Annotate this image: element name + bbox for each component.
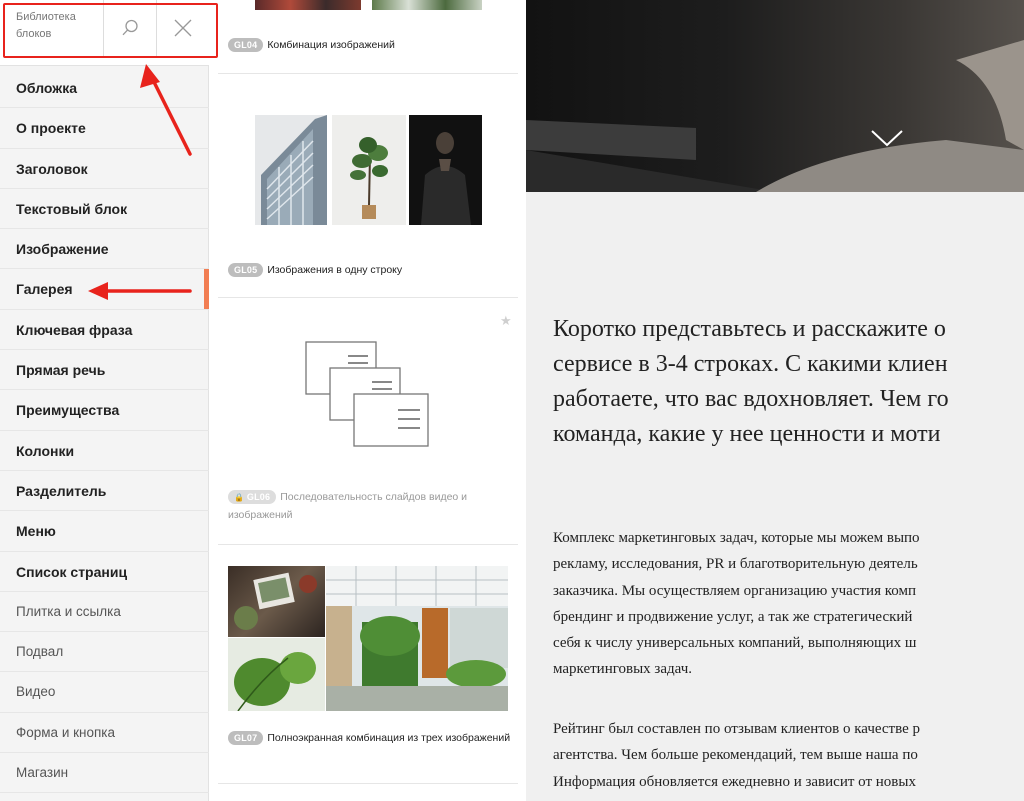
category-item-quote[interactable]: Прямая речь <box>0 350 209 391</box>
category-item-video[interactable]: Видео <box>0 672 209 713</box>
divider <box>218 73 518 74</box>
block-thumbnail <box>409 115 482 225</box>
category-item-menu[interactable]: Меню <box>0 511 209 552</box>
divider <box>218 544 518 545</box>
category-item-gallery[interactable]: Галерея <box>0 269 209 310</box>
hero-photo <box>526 40 1024 192</box>
block-thumbnail <box>332 115 406 225</box>
library-title: Библиотека блоков <box>16 11 76 40</box>
hero-cover <box>526 0 1024 192</box>
star-icon[interactable]: ★ <box>500 313 512 329</box>
category-item-heading[interactable]: Заголовок <box>0 149 209 189</box>
category-list: Обложка О проекте Заголовок Текстовый бл… <box>0 68 209 794</box>
block-code-badge: GL07 <box>228 731 264 746</box>
block-thumbnail <box>228 566 325 637</box>
page-preview: Коротко представьтесь и расскажите о сер… <box>526 0 1024 801</box>
divider <box>218 783 518 784</box>
category-item-footer[interactable]: Подвал <box>0 632 209 673</box>
category-item-key-phrase[interactable]: Ключевая фраза <box>0 310 209 351</box>
block-code-badge: 🔒 GL06 <box>228 490 277 505</box>
category-item-cover[interactable]: Обложка <box>0 68 209 109</box>
block-list: GL04 Комбинация изображений GL05 Изображ… <box>210 0 526 801</box>
category-item-form[interactable]: Форма и кнопка <box>0 713 209 754</box>
body-paragraph: Рейтинг был составлен по отзывам клиенто… <box>553 721 921 790</box>
category-item-page-list[interactable]: Список страниц <box>0 552 209 592</box>
block-name: Полноэкранная комбинация из трех изображ… <box>267 732 511 745</box>
intro-text: Коротко представьтесь и расскажите о сер… <box>553 316 949 447</box>
category-item-shop[interactable]: Магазин <box>0 753 209 794</box>
divider <box>218 297 518 298</box>
library-header: Библиотека блоков <box>0 0 209 66</box>
category-item-image[interactable]: Изображение <box>0 229 209 270</box>
close-icon <box>174 19 192 37</box>
block-thumbnail <box>326 566 508 711</box>
block-thumbnail <box>255 0 361 10</box>
block-name: Изображения в одну строку <box>267 264 403 277</box>
block-thumbnail <box>372 0 482 10</box>
chevron-down-icon[interactable] <box>870 128 904 148</box>
block-thumbnail <box>255 115 327 225</box>
block-code-badge: GL05 <box>228 263 264 278</box>
category-item-columns[interactable]: Колонки <box>0 431 209 471</box>
category-item-divider[interactable]: Разделитель <box>0 471 209 512</box>
lock-icon: 🔒 <box>234 493 245 503</box>
category-item-tile-link[interactable]: Плитка и ссылка <box>0 592 209 633</box>
category-item-features[interactable]: Преимущества <box>0 390 209 431</box>
block-name: Комбинация изображений <box>267 39 395 52</box>
category-item-text-block[interactable]: Текстовый блок <box>0 189 209 230</box>
body-paragraph: Комплекс маркетинговых задач, которые мы… <box>553 530 920 678</box>
search-button[interactable] <box>103 0 155 56</box>
search-icon <box>122 19 138 36</box>
close-button[interactable] <box>156 0 209 56</box>
category-item-about[interactable]: О проекте <box>0 108 209 149</box>
slides-illustration <box>305 341 429 447</box>
block-code-badge: GL04 <box>228 38 264 53</box>
block-library-sidebar: Библиотека блоков Обложка О проекте Заго… <box>0 0 209 801</box>
block-thumbnail <box>228 638 325 711</box>
